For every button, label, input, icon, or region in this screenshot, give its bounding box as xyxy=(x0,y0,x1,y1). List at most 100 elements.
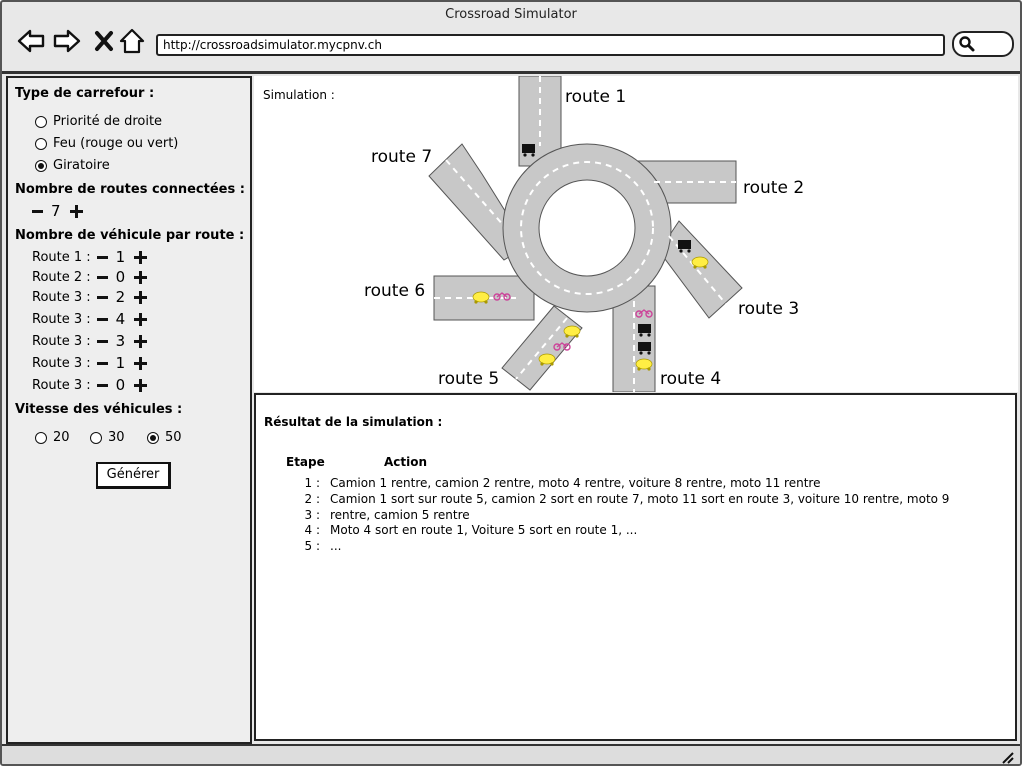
step-number: 2 : xyxy=(304,492,321,506)
vehicles-heading: Nombre de véhicule par route : xyxy=(15,228,245,243)
route-label-2: route 2 xyxy=(743,178,804,198)
type-option-priority[interactable]: Priorité de droite xyxy=(35,114,162,129)
speed-option-label: 20 xyxy=(53,430,70,445)
route-label-3: route 3 xyxy=(738,299,799,319)
radio-button-selected[interactable] xyxy=(35,159,47,172)
vehicle-count-value: 2 xyxy=(115,288,126,306)
speed-option-30[interactable]: 30 xyxy=(90,430,125,445)
plus-icon[interactable] xyxy=(134,290,148,304)
home-icon[interactable] xyxy=(118,26,148,56)
plus-icon[interactable] xyxy=(69,204,83,218)
generate-button[interactable]: Générer xyxy=(96,462,171,489)
url-input[interactable]: http://crossroadsimulator.mycpnv.ch xyxy=(156,34,945,56)
vehicle-count-value: 3 xyxy=(115,332,126,350)
minus-icon[interactable] xyxy=(96,361,108,365)
type-option-roundabout[interactable]: Giratoire xyxy=(35,158,110,173)
car-icon xyxy=(472,291,490,304)
radio-button-selected[interactable] xyxy=(147,431,159,444)
roundabout-island xyxy=(538,179,636,277)
search-icon xyxy=(959,36,975,52)
route-label: Route 3 : xyxy=(32,311,91,327)
result-panel: Résultat de la simulation : Etape Action… xyxy=(254,393,1017,741)
plus-icon[interactable] xyxy=(134,378,148,392)
vehicle-count-route: Route 3 : 3 xyxy=(32,332,148,350)
type-option-label: Feu (rouge ou vert) xyxy=(53,136,179,151)
route-label: Route 2 : xyxy=(32,269,91,285)
type-option-label: Priorité de droite xyxy=(53,114,163,129)
minus-icon[interactable] xyxy=(96,339,108,343)
search-field[interactable] xyxy=(952,31,1014,57)
back-arrow-icon[interactable] xyxy=(16,26,46,56)
vehicle-count-route: Route 2 : 0 xyxy=(32,268,148,286)
route-label-1: route 1 xyxy=(565,87,626,107)
route-label-7: route 7 xyxy=(371,147,432,167)
speed-option-label: 50 xyxy=(165,430,182,445)
speed-option-20[interactable]: 20 xyxy=(35,430,70,445)
step-action: Camion 1 sort sur route 5, camion 2 sort… xyxy=(330,492,950,522)
plus-icon[interactable] xyxy=(134,250,148,264)
route-label-6: route 6 xyxy=(364,281,425,301)
minus-icon[interactable] xyxy=(32,209,43,213)
minus-icon[interactable] xyxy=(96,383,108,387)
vehicle-count-value: 0 xyxy=(115,376,126,394)
roundabout-diagram: route 1 route 2 route 3 route 4 route 5 … xyxy=(364,76,804,392)
toolbar: http://crossroadsimulator.mycpnv.ch xyxy=(2,22,1020,70)
step-action: Camion 1 rentre, camion 2 rentre, moto 4… xyxy=(330,476,821,490)
settings-panel: Type de carrefour : Priorité de droite F… xyxy=(6,76,252,744)
route-label: Route 3 : xyxy=(32,377,91,393)
minus-icon[interactable] xyxy=(96,255,108,259)
vehicle-count-route: Route 3 : 0 xyxy=(32,376,148,394)
roads-count-stepper: 7 xyxy=(32,202,83,220)
minus-icon[interactable] xyxy=(96,295,108,299)
road-3 xyxy=(658,220,743,319)
plus-icon[interactable] xyxy=(134,334,148,348)
minus-icon[interactable] xyxy=(96,275,108,279)
speed-option-50[interactable]: 50 xyxy=(147,430,182,445)
vehicle-count-value: 1 xyxy=(115,354,126,372)
radio-button[interactable] xyxy=(35,137,47,150)
type-heading: Type de carrefour : xyxy=(15,86,155,101)
vehicle-count-route: Route 1 : 1 xyxy=(32,248,148,266)
radio-button[interactable] xyxy=(35,431,47,444)
minus-icon[interactable] xyxy=(96,317,108,321)
simulation-area: Simulation : route 1 route 2 route 3 rou… xyxy=(254,76,1018,392)
plus-icon[interactable] xyxy=(134,356,148,370)
plus-icon[interactable] xyxy=(134,270,148,284)
roads-heading: Nombre de routes connectées : xyxy=(15,182,245,197)
route-label-4: route 4 xyxy=(660,369,721,389)
car-icon xyxy=(563,325,581,338)
column-header-step: Etape xyxy=(286,455,325,469)
route-label: Route 3 : xyxy=(32,289,91,305)
route-label: Route 1 : xyxy=(32,249,91,265)
vehicle-count-route: Route 3 : 4 xyxy=(32,310,148,328)
forward-arrow-icon[interactable] xyxy=(52,26,82,56)
column-header-action: Action xyxy=(384,455,428,469)
radio-button[interactable] xyxy=(35,115,47,128)
vehicle-count-value: 0 xyxy=(115,268,126,286)
roads-count-value: 7 xyxy=(51,202,61,220)
route-label-5: route 5 xyxy=(438,369,499,389)
browser-window: Crossroad Simulator http://crossroadsimu… xyxy=(0,0,1022,766)
step-number: 4 : xyxy=(304,523,321,537)
vehicle-count-value: 1 xyxy=(115,248,126,266)
step-action: Moto 4 sort en route 1, Voiture 5 sort e… xyxy=(330,523,638,537)
car-icon xyxy=(538,353,556,366)
result-title: Résultat de la simulation : xyxy=(264,415,443,429)
step-action: ... xyxy=(330,539,342,553)
resize-grip-icon[interactable] xyxy=(1000,750,1014,764)
speed-option-label: 30 xyxy=(108,430,125,445)
vehicle-count-route: Route 3 : 1 xyxy=(32,354,148,372)
toolbar-divider xyxy=(2,71,1020,74)
radio-button[interactable] xyxy=(90,431,102,444)
plus-icon[interactable] xyxy=(134,312,148,326)
step-number: 1 : xyxy=(304,476,321,490)
vehicle-count-route: Route 3 : 2 xyxy=(32,288,148,306)
close-x-icon[interactable] xyxy=(90,26,120,56)
speed-heading: Vitesse des véhicules : xyxy=(15,402,183,417)
route-label: Route 3 : xyxy=(32,333,91,349)
vehicle-count-value: 4 xyxy=(115,310,126,328)
car-icon xyxy=(635,358,653,371)
car-icon xyxy=(691,256,709,269)
type-option-traffic-light[interactable]: Feu (rouge ou vert) xyxy=(35,136,178,151)
status-bar xyxy=(2,744,1020,764)
